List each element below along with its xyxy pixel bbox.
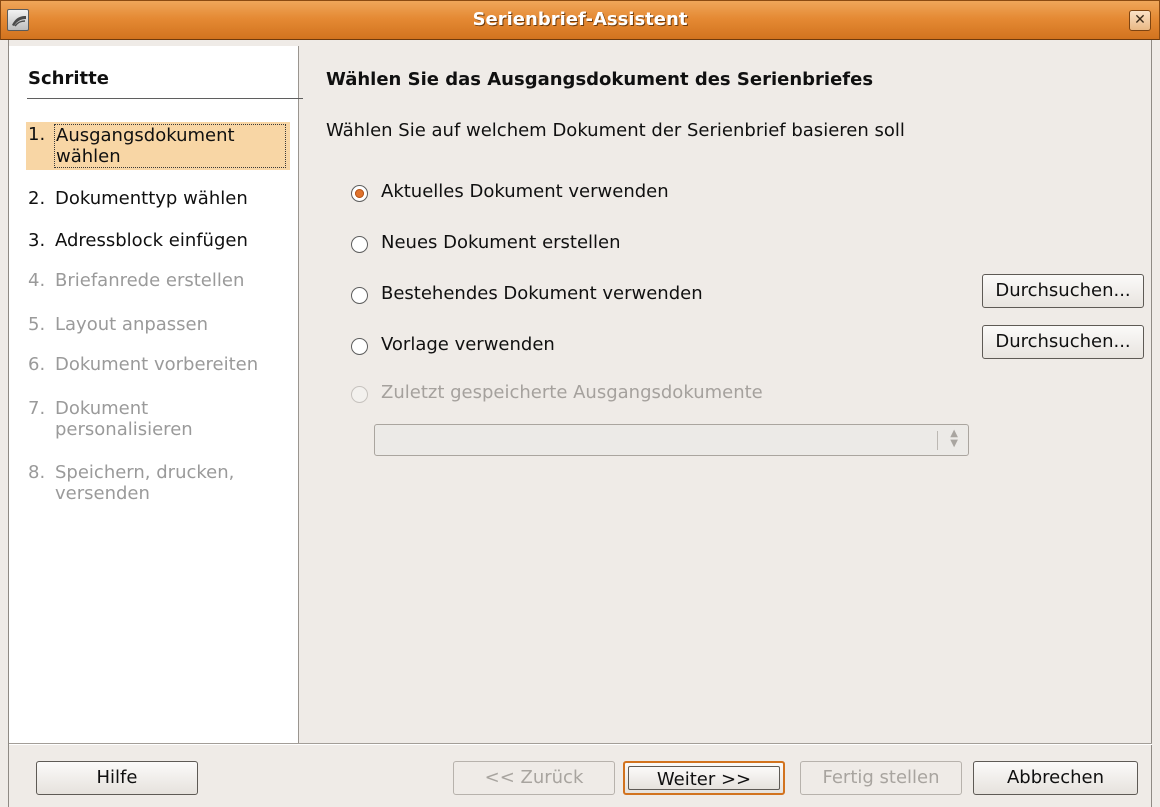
- step-label: Dokumenttyp wählen: [55, 188, 248, 209]
- option-label: Neues Dokument erstellen: [381, 232, 621, 253]
- step-number: 5.: [28, 314, 46, 335]
- step-number: 3.: [28, 230, 46, 251]
- title-bar: Serienbrief-Assistent ✕: [0, 0, 1160, 40]
- step-label: Dokument vorbereiten: [55, 354, 259, 375]
- option-label: Vorlage verwenden: [381, 334, 555, 355]
- chevron-up-down-icon: ▲ ▼: [950, 428, 958, 449]
- browse-existing-button[interactable]: Durchsuchen...: [982, 274, 1144, 308]
- option-label: Bestehendes Dokument verwenden: [381, 283, 703, 304]
- step-label: Layout anpassen: [55, 314, 209, 335]
- next-button[interactable]: Weiter >>: [623, 761, 785, 795]
- browse-template-button[interactable]: Durchsuchen...: [982, 325, 1144, 359]
- finish-button: Fertig stellen: [800, 761, 962, 795]
- step-number: 1.: [28, 124, 46, 145]
- option-label: Aktuelles Dokument verwenden: [381, 181, 669, 202]
- steps-title: Schritte: [28, 68, 109, 89]
- help-button[interactable]: Hilfe: [36, 761, 198, 795]
- step-label: Adressblock einfügen: [55, 230, 248, 251]
- radio-button[interactable]: [351, 185, 368, 202]
- step-label: Ausgangsdokument wählen: [54, 124, 286, 168]
- step-number: 7.: [28, 398, 46, 419]
- page-description: Wählen Sie auf welchem Dokument der Seri…: [326, 120, 905, 141]
- steps-panel: Schritte 1. Ausgangsdokument wählen 2. D…: [9, 46, 303, 743]
- recent-documents-select: ▲ ▼: [374, 424, 969, 456]
- step-1[interactable]: 1. Ausgangsdokument wählen: [26, 122, 290, 170]
- radio-button: [351, 386, 368, 403]
- step-number: 6.: [28, 354, 46, 375]
- combo-separator: [937, 431, 938, 450]
- next-button-label: Weiter >>: [628, 766, 780, 790]
- step-label: Dokument personalisieren: [55, 398, 193, 440]
- footer-divider: [9, 743, 1152, 745]
- cancel-button[interactable]: Abbrechen: [973, 761, 1138, 795]
- window-title: Serienbrief-Assistent: [472, 9, 688, 30]
- radio-button[interactable]: [351, 236, 368, 253]
- step-number: 8.: [28, 462, 46, 483]
- steps-divider: [27, 98, 303, 99]
- radio-button[interactable]: [351, 287, 368, 304]
- step-label: Speichern, drucken, versenden: [55, 462, 235, 504]
- step-number: 4.: [28, 270, 46, 291]
- back-button: << Zurück: [453, 761, 615, 795]
- step-number: 2.: [28, 188, 46, 209]
- radio-button[interactable]: [351, 338, 368, 355]
- option-label: Zuletzt gespeicherte Ausgangsdokumente: [381, 382, 763, 403]
- step-label: Briefanrede erstellen: [55, 270, 245, 291]
- close-icon[interactable]: ✕: [1129, 10, 1151, 31]
- page-title: Wählen Sie das Ausgangsdokument des Seri…: [326, 69, 874, 90]
